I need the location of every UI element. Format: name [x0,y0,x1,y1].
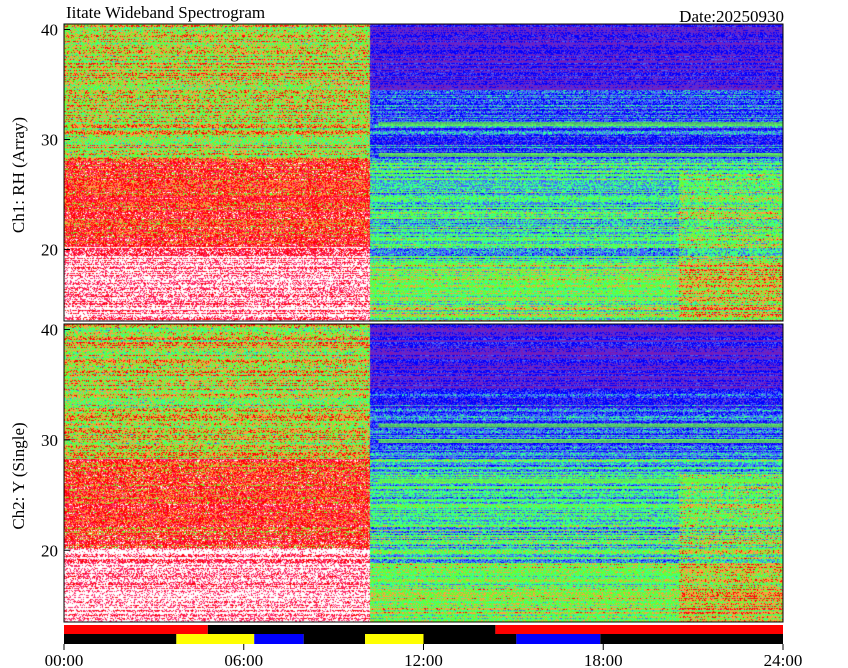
status-bar-bottom-segment-3 [303,634,366,644]
panel1-ytick-label-30: 30 [41,131,58,150]
xtick-label-2: 12:00 [404,651,443,668]
panel2-ytick-label-40: 40 [41,321,58,340]
status-bar-top-segment-0 [64,625,208,634]
status-bar-bottom-segment-4 [365,634,424,644]
status-bar-bottom-segment-7 [600,634,783,644]
status-bar-bottom-segment-6 [516,634,601,644]
xtick-label-0: 00:00 [45,651,84,668]
panel2-tone-band-0 [378,478,783,483]
panel2-spectrogram [64,324,783,622]
panel2-ytick-label-20: 20 [41,541,58,560]
panel1-ytick-label-40: 40 [41,21,58,40]
spectrogram-plot: 20 30 40 20 30 40 00:00 06:00 12:00 18:00 24:00 [41,21,803,668]
xtick-label-3: 18:00 [584,651,623,668]
panel1-ytick-label-20: 20 [41,241,58,260]
panel1-spectrogram [64,24,783,321]
xtick-label-1: 06:00 [224,651,263,668]
panel1-tone-band-1 [378,152,783,157]
panel1-tone-band-2 [378,122,783,127]
status-bar-top-segment-1 [207,625,496,634]
status-bar-bottom-segment-1 [176,634,255,644]
panel2-ytick-label-30: 30 [41,431,58,450]
status-bar-bottom-segment-2 [254,634,304,644]
status-bar-top-segment-2 [495,625,783,634]
xtick-label-4: 24:00 [764,651,803,668]
status-bar-bottom-segment-5 [423,634,517,644]
status-bar-bottom-segment-0 [64,634,177,644]
panel2-tone-band-2 [378,423,783,428]
panel2-tone-band-1 [378,438,783,443]
